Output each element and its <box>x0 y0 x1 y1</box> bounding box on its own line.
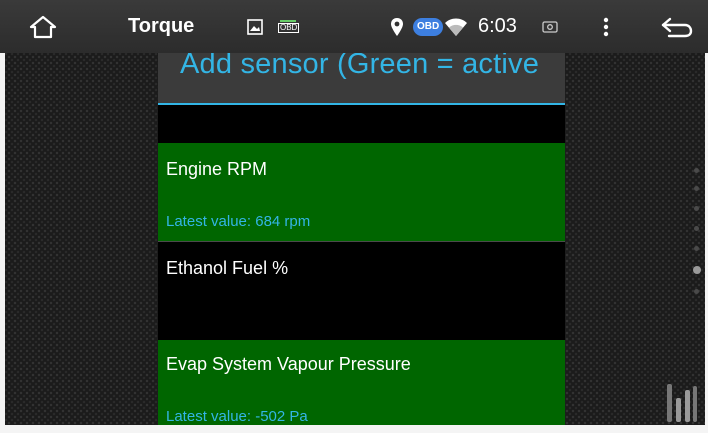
app-title: Torque <box>128 15 195 37</box>
sensor-row-engine-rpm[interactable]: Engine RPM Latest value: 684 rpm <box>158 143 565 241</box>
add-sensor-dialog: Add sensor (Green = active Engine RPM La… <box>158 53 565 425</box>
sensor-row-evap-vapour-pressure[interactable]: Evap System Vapour Pressure Latest value… <box>158 340 565 425</box>
sensor-latest-value: Latest value: -502 Pa <box>166 408 308 425</box>
sensor-name: Ethanol Fuel % <box>166 258 289 278</box>
dialog-title: Add sensor (Green = active <box>180 53 540 80</box>
screenshot-icon[interactable] <box>542 0 558 53</box>
dialog-header: Add sensor (Green = active <box>158 53 565 105</box>
status-bar: Torque OBD OBD 6:03 <box>0 0 708 53</box>
sensor-name: Engine RPM <box>166 159 268 179</box>
screen-border-left <box>0 0 5 433</box>
page-dot <box>694 168 699 173</box>
page-dot <box>694 206 699 211</box>
back-arrow-icon[interactable] <box>660 0 694 53</box>
sensor-name: Evap System Vapour Pressure <box>166 354 411 374</box>
page-dot-active <box>693 266 701 274</box>
obd-badge-icon: OBD <box>413 0 444 53</box>
page-dot <box>694 246 699 251</box>
screen-border-bottom <box>0 425 708 433</box>
equalizer-sliders-icon[interactable] <box>664 382 698 429</box>
sensor-latest-value: Latest value: 684 rpm <box>166 213 311 230</box>
image-icon <box>247 0 263 53</box>
page-dot <box>694 226 699 231</box>
home-outline-icon[interactable] <box>28 0 68 53</box>
page-dot <box>694 289 699 294</box>
page-dot <box>694 186 699 191</box>
overflow-menu-icon[interactable] <box>600 0 612 53</box>
obd-small-icon: OBD <box>278 0 300 53</box>
wifi-icon <box>444 0 468 53</box>
clock: 6:03 <box>478 15 517 37</box>
sensor-row-ethanol-fuel[interactable]: Ethanol Fuel % <box>158 242 565 340</box>
location-pin-icon <box>390 0 404 53</box>
